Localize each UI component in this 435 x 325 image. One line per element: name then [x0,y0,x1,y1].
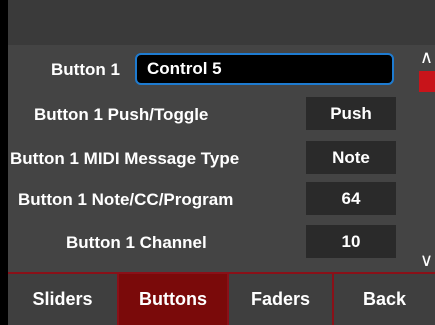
tab-bar: Sliders Buttons Faders Back [8,272,435,325]
tab-back[interactable]: Back [334,274,435,325]
tab-sliders[interactable]: Sliders [8,274,119,325]
midi-message-type-value[interactable]: Note [306,141,396,174]
top-bar [8,0,435,45]
note-cc-program-label: Button 1 Note/CC/Program [18,190,234,209]
note-cc-program-value[interactable]: 64 [306,182,396,215]
button-name-input[interactable]: Control 5 [135,53,394,85]
scrollbar[interactable]: ∧ ∨ [418,45,435,271]
channel-value[interactable]: 10 [306,225,396,258]
push-toggle-label: Button 1 Push/Toggle [34,105,209,124]
chevron-down-icon[interactable]: ∨ [418,250,435,271]
channel-label: Button 1 Channel [66,233,207,252]
scrollbar-thumb[interactable] [419,71,435,92]
tab-buttons[interactable]: Buttons [119,274,229,325]
button-name-label: Button 1 [51,60,120,79]
chevron-up-icon[interactable]: ∧ [418,47,435,68]
button-settings-panel: Button 1 Control 5 Button 1 Push/Toggle … [8,0,435,325]
midi-message-type-label: Button 1 MIDI Message Type [10,149,240,168]
tab-faders[interactable]: Faders [229,274,334,325]
push-toggle-value[interactable]: Push [306,97,396,130]
